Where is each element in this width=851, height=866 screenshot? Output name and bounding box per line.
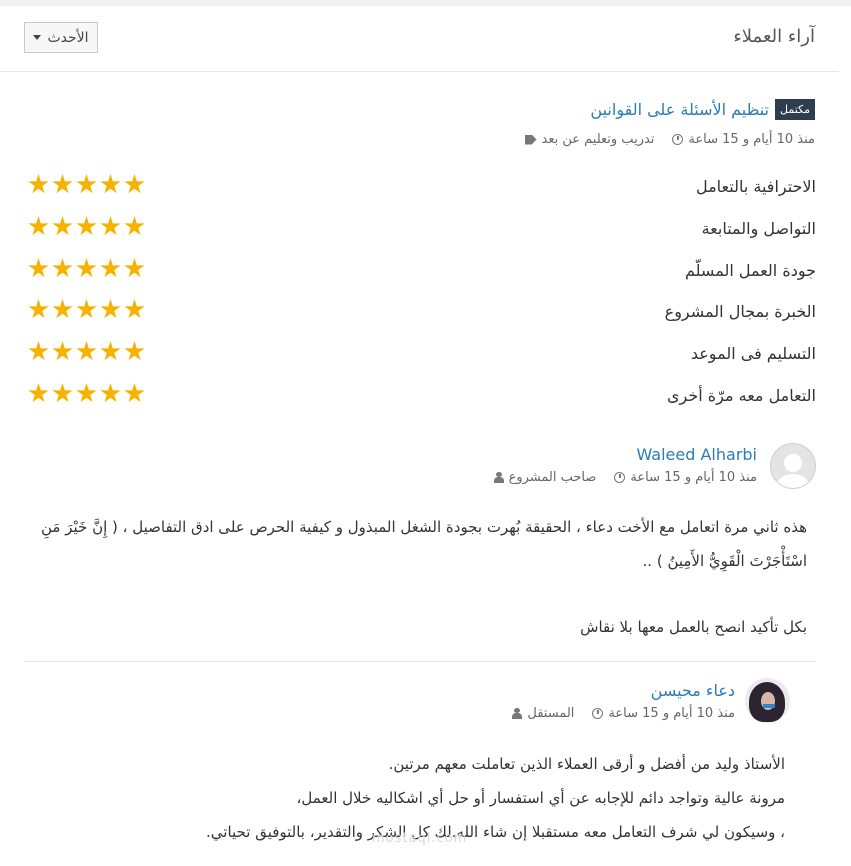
user-icon — [512, 708, 523, 719]
star-icon — [100, 299, 121, 319]
star-icon — [124, 216, 145, 236]
project-category[interactable]: تدريب وتعليم عن بعد — [542, 132, 655, 147]
star-icon — [76, 216, 97, 236]
project-meta: تدريب وتعليم عن بعد منذ 10 أيام و 15 ساع… — [524, 132, 815, 147]
clock-icon — [672, 134, 684, 145]
reviews-title: آراء العملاء — [733, 26, 815, 47]
tag-icon — [524, 134, 537, 145]
rating-label: الخبرة بمجال المشروع — [664, 302, 816, 321]
star-icon — [28, 341, 49, 361]
star-icon — [100, 258, 121, 278]
owner-role: صاحب المشروع — [508, 470, 597, 485]
sort-label: الأحدث — [47, 29, 89, 46]
star-icon — [52, 299, 73, 319]
clock-icon — [592, 708, 604, 719]
star-icon — [76, 299, 97, 319]
freelancer-name-link[interactable]: دعاء محيسن — [651, 681, 735, 700]
star-icon — [100, 174, 121, 194]
user-icon — [493, 472, 504, 483]
project-time: منذ 10 أيام و 15 ساعة — [688, 132, 815, 147]
star-rating — [28, 258, 145, 279]
star-rating — [28, 383, 145, 404]
project-title-row: مكتمل تنظيم الأسئلة على القوانين — [590, 99, 815, 120]
caret-down-icon — [33, 35, 42, 40]
star-icon — [52, 258, 73, 278]
star-icon — [28, 258, 49, 278]
star-icon — [76, 341, 97, 361]
star-icon — [124, 299, 145, 319]
star-icon — [76, 258, 97, 278]
star-icon — [28, 299, 49, 319]
star-icon — [76, 383, 97, 403]
star-rating — [28, 341, 145, 362]
star-rating — [28, 174, 145, 195]
owner-time: منذ 10 أيام و 15 ساعة — [630, 470, 757, 485]
star-icon — [100, 383, 121, 403]
owner-avatar[interactable] — [770, 443, 816, 489]
star-icon — [52, 174, 73, 194]
owner-name-link[interactable]: Waleed Alharbi — [637, 445, 758, 464]
reply-line: الأستاذ وليد من أفضل و أرقى العملاء الذي… — [388, 755, 785, 773]
sort-dropdown-button[interactable]: الأحدث — [24, 22, 98, 53]
freelancer-time: منذ 10 أيام و 15 ساعة — [608, 706, 735, 721]
watermark-logo: mostaql.com — [372, 831, 468, 846]
project-title-link[interactable]: تنظيم الأسئلة على القوانين — [590, 100, 769, 119]
owner-meta: صاحب المشروع منذ 10 أيام و 15 ساعة — [493, 470, 757, 485]
freelancer-avatar[interactable] — [745, 678, 790, 723]
rating-label: التواصل والمتابعة — [701, 219, 816, 238]
star-icon — [124, 174, 145, 194]
rating-label: جودة العمل المسلّم — [684, 261, 816, 280]
star-icon — [52, 341, 73, 361]
divider — [24, 661, 816, 662]
freelancer-role: المستقل — [527, 706, 575, 721]
owner-review-line: هذه ثاني مرة اتعامل مع الأخت دعاء ، الحق… — [41, 518, 807, 536]
star-icon — [124, 341, 145, 361]
star-icon — [124, 383, 145, 403]
rating-row: جودة العمل المسلّم — [24, 258, 816, 288]
star-rating — [28, 299, 145, 320]
star-icon — [28, 174, 49, 194]
freelancer-meta: المستقل منذ 10 أيام و 15 ساعة — [512, 706, 735, 721]
star-icon — [52, 383, 73, 403]
owner-review-line: اسْتَأْجَرْتَ الْقَوِيُّ الأَمِينُ ) .. — [642, 552, 807, 570]
star-icon — [76, 174, 97, 194]
status-badge: مكتمل — [775, 99, 815, 120]
owner-review-line: بكل تأكيد انصح بالعمل معها بلا نقاش — [580, 618, 807, 636]
star-icon — [28, 216, 49, 236]
star-icon — [100, 341, 121, 361]
rating-row: التسليم فى الموعد — [24, 341, 816, 371]
star-icon — [124, 258, 145, 278]
reviews-header: آراء العملاء الأحدث — [0, 6, 839, 72]
rating-row: التواصل والمتابعة — [24, 216, 816, 246]
star-icon — [28, 383, 49, 403]
reviews-card: آراء العملاء الأحدث مكتمل تنظيم الأسئلة … — [0, 6, 839, 866]
rating-label: التسليم فى الموعد — [690, 344, 816, 363]
clock-icon — [614, 472, 626, 483]
rating-row: الخبرة بمجال المشروع — [24, 299, 816, 329]
reply-line: مرونة عالية وتواجد دائم للإجابه عن أي اس… — [296, 789, 785, 807]
rating-label: الاحترافية بالتعامل — [695, 177, 816, 196]
star-rating — [28, 216, 145, 237]
star-icon — [100, 216, 121, 236]
rating-row: التعامل معه مرّة أخرى — [24, 383, 816, 413]
rating-label: التعامل معه مرّة أخرى — [666, 386, 816, 405]
star-icon — [52, 216, 73, 236]
rating-row: الاحترافية بالتعامل — [24, 174, 816, 204]
